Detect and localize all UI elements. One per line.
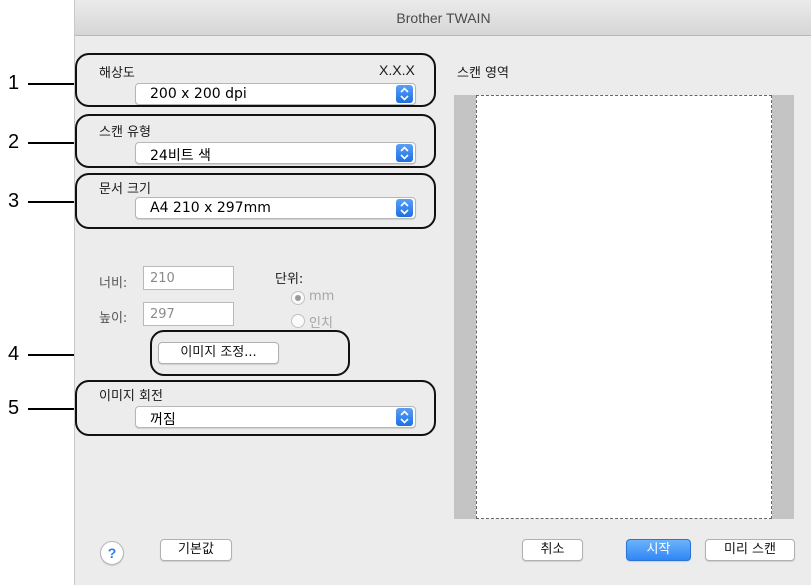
callout-number-2: 2 [8,131,20,153]
cancel-button[interactable]: 취소 [522,539,583,561]
scan-area-label: 스캔 영역 [457,66,509,81]
unit-mm-label: mm [309,289,335,304]
callout-outline-2 [75,114,436,168]
unit-mm-radio[interactable] [291,291,305,305]
unit-inch-radio[interactable] [291,314,305,328]
callout-outline-3 [75,173,436,229]
title-bar: Brother TWAIN [75,0,811,36]
callout-line-2 [28,142,75,144]
scan-area-preview[interactable] [454,95,794,519]
help-button[interactable]: ? [100,541,124,565]
start-button[interactable]: 시작 [626,539,691,561]
callout-number-1: 1 [8,72,20,94]
default-button[interactable]: 기본값 [160,539,232,561]
width-field[interactable]: 210 [143,266,234,290]
callout-outline-1 [75,53,436,107]
callout-number-4: 4 [8,343,20,365]
callout-line-5 [28,408,75,410]
scan-area-paper[interactable] [476,95,772,519]
callout-outline-4 [150,330,350,376]
unit-label: 단위: [275,272,304,287]
height-label: 높이: [99,311,128,326]
window-title: Brother TWAIN [396,10,491,26]
height-field[interactable]: 297 [143,302,234,326]
callout-line-1 [28,83,75,85]
callout-line-3 [28,201,75,203]
callout-number-5: 5 [8,397,20,419]
callout-outline-5 [75,380,436,436]
callout-number-3: 3 [8,190,20,212]
unit-inch-label: 인치 [309,316,333,331]
prescan-button[interactable]: 미리 스캔 [705,539,795,561]
width-label: 너비: [99,276,128,291]
